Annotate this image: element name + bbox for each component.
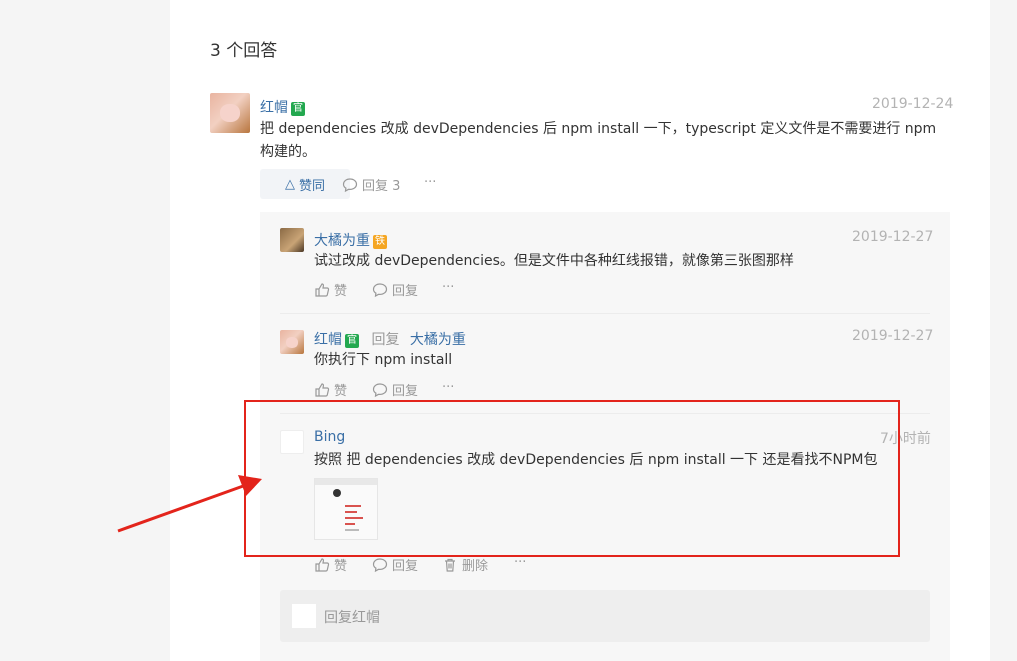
answer-reply-label: 回复 3 [362, 179, 401, 194]
level-badge-icon: 铁 [373, 235, 387, 249]
reply-date: 2019-12-27 [852, 229, 934, 245]
more-button[interactable]: ··· [442, 380, 454, 395]
like-button[interactable]: 赞 [314, 380, 347, 399]
reply-author[interactable]: 大橘为重铁 [314, 230, 387, 250]
vote-up-button[interactable]: △ 赞同 [260, 169, 350, 199]
reply-author-name[interactable]: 大橘为重 [314, 233, 370, 249]
official-badge-icon: 官 [291, 102, 305, 116]
reply-avatar[interactable] [280, 330, 304, 354]
trash-icon [445, 558, 455, 572]
more-button[interactable]: ··· [514, 555, 526, 570]
vote-up-label: 赞同 [298, 178, 325, 194]
comment-icon [372, 382, 388, 397]
delete-button[interactable]: 删除 [442, 555, 488, 574]
more-button[interactable]: ··· [442, 280, 454, 295]
answer-reply-button[interactable]: 回复 3 [342, 175, 400, 194]
thumbs-up-icon [315, 557, 330, 572]
reply-content: 你执行下 npm install [314, 352, 453, 368]
reply-content: 试过改成 devDependencies。但是文件中各种红线报错，就像第三张图那… [314, 253, 794, 269]
reply-author-name[interactable]: 红帽 [314, 332, 342, 348]
comment-icon [372, 557, 388, 572]
reply-input-placeholder[interactable]: 回复红帽 [324, 607, 380, 627]
divider [280, 313, 930, 314]
reply-to-user[interactable]: 大橘为重 [410, 332, 466, 348]
answer-author-name[interactable]: 红帽 [260, 100, 288, 116]
like-button[interactable]: 赞 [314, 280, 347, 299]
delete-label: 删除 [462, 559, 489, 574]
reply-label: 回复 [392, 284, 419, 299]
reply-label: 回复 [392, 559, 419, 574]
official-badge-icon: 官 [345, 334, 359, 348]
triangle-up-icon: △ [284, 176, 295, 192]
answers-count-title: 3 个回答 [210, 41, 278, 61]
reply-button[interactable]: 回复 [372, 380, 418, 399]
reply-avatar[interactable] [280, 228, 304, 252]
like-button[interactable]: 赞 [314, 555, 347, 574]
reply-input-box[interactable]: 回复红帽 [280, 590, 930, 642]
reply-author[interactable]: 红帽官 回复 大橘为重 [314, 329, 466, 349]
thumbs-up-icon [315, 382, 330, 397]
thumbs-up-icon [315, 282, 330, 297]
comment-icon [342, 177, 358, 192]
like-label: 赞 [334, 559, 348, 574]
like-label: 赞 [334, 384, 348, 399]
like-label: 赞 [334, 284, 348, 299]
reply-button[interactable]: 回复 [372, 280, 418, 299]
annotation-highlight-box [244, 400, 900, 557]
current-user-avatar [292, 604, 316, 628]
reply-date: 2019-12-27 [852, 328, 934, 344]
answer-content: 把 dependencies 改成 devDependencies 后 npm … [260, 121, 937, 160]
reply-button[interactable]: 回复 [372, 555, 418, 574]
answer-avatar[interactable] [210, 93, 250, 133]
reply-to-label: 回复 [371, 332, 400, 348]
answer-author[interactable]: 红帽官 [260, 97, 305, 117]
comment-icon [372, 282, 388, 297]
answer-more-button[interactable]: ··· [424, 175, 436, 190]
reply-label: 回复 [392, 384, 419, 399]
answer-date: 2019-12-24 [872, 96, 954, 112]
